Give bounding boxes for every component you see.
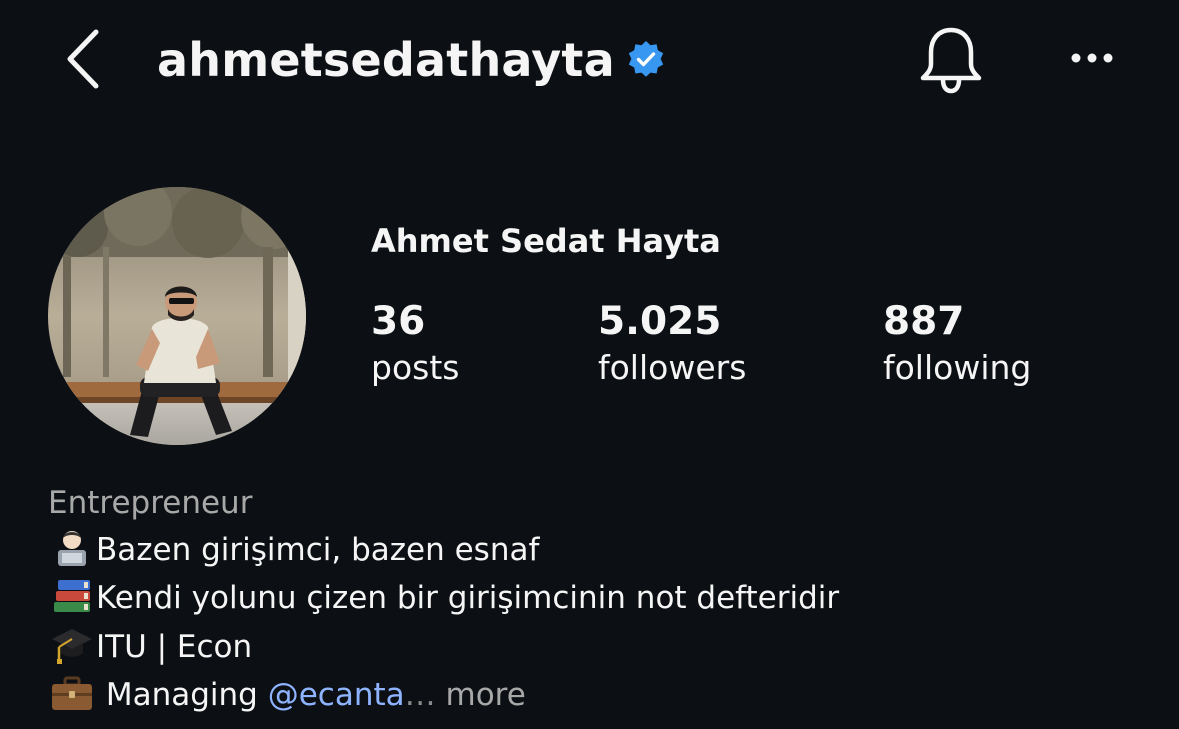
followers-count: 5.025: [598, 299, 722, 344]
posts-count: 36: [371, 299, 426, 344]
books-emoji: [54, 580, 90, 612]
bell-icon: [920, 27, 982, 94]
bio-line: Bazen girişimci, bazen esnaf: [48, 528, 539, 572]
followers-label: followers: [598, 348, 747, 387]
chevron-left-icon: [67, 29, 99, 89]
bio-line: Kendi yolunu çizen bir girişimcinin not …: [48, 576, 839, 620]
bio-line-text: Kendi yolunu çizen bir girişimcinin not …: [96, 580, 840, 616]
profile-category: Entrepreneur: [48, 485, 253, 521]
notifications-button[interactable]: [916, 24, 986, 96]
profile-full-name: Ahmet Sedat Hayta: [371, 222, 721, 260]
more-options-button[interactable]: [1062, 40, 1122, 76]
bio-line-text: Bazen girişimci, bazen esnaf: [96, 532, 540, 568]
back-button[interactable]: [58, 26, 110, 92]
mention-link[interactable]: @ecanta: [268, 677, 405, 713]
bio-line-text: Managing: [96, 677, 268, 713]
bio-more-link[interactable]: more: [436, 677, 525, 713]
bio-line: Managing @ecanta… more: [48, 673, 526, 717]
verified-badge-icon: [628, 41, 664, 77]
bio-line-text: ITU | Econ: [96, 629, 253, 665]
avatar-photo: [48, 187, 306, 445]
following-count: 887: [883, 299, 965, 344]
following-count-stat[interactable]: 887 following: [883, 298, 1031, 390]
profile-username: ahmetsedathayta: [157, 33, 615, 87]
profile-avatar[interactable]: [48, 187, 306, 445]
technologist-emoji: [58, 531, 86, 566]
bio-line: ITU | Econ: [48, 625, 252, 669]
top-bar: ahmetsedathayta: [0, 0, 1179, 120]
posts-label: posts: [371, 348, 460, 387]
followers-count-stat[interactable]: 5.025 followers: [598, 298, 746, 390]
graduation-cap-emoji: [52, 629, 92, 664]
bio-ellipsis: …: [404, 677, 436, 713]
following-label: following: [883, 348, 1032, 387]
briefcase-emoji: [52, 676, 92, 710]
posts-count-stat[interactable]: 36 posts: [371, 298, 459, 390]
more-horizontal-icon: [1071, 53, 1113, 63]
